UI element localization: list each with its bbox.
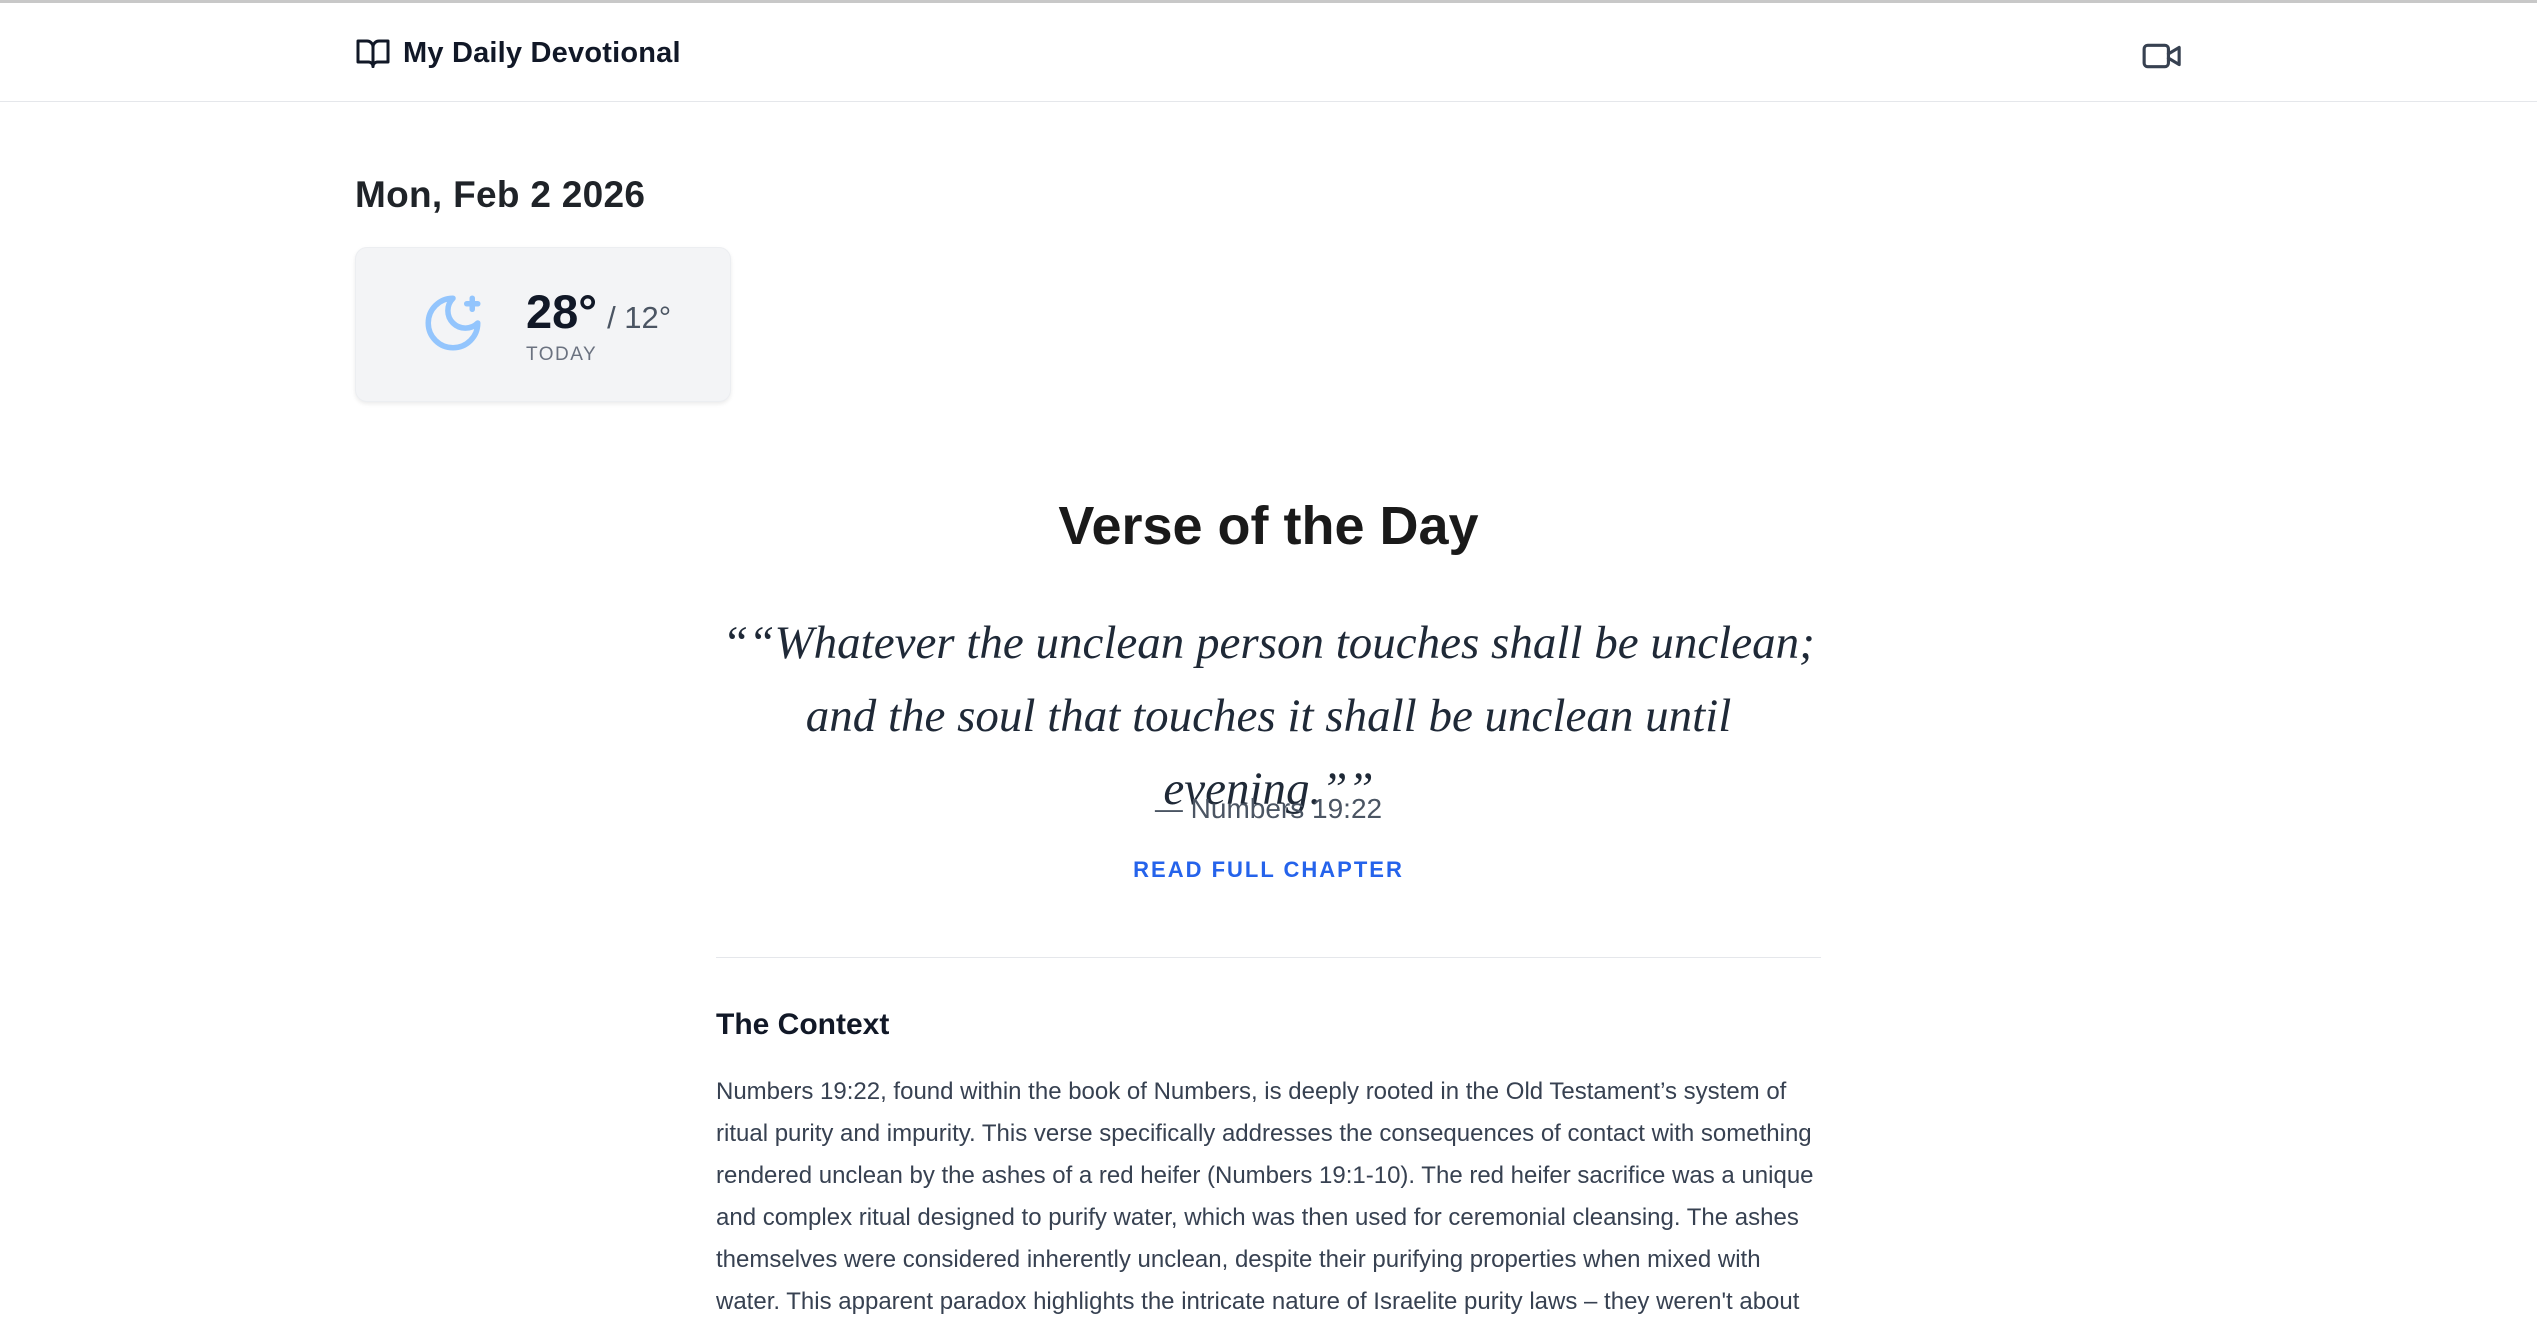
weather-card: 28° / 12° TODAY [355, 247, 731, 402]
moon-star-icon [420, 290, 486, 356]
read-full-chapter-link[interactable]: READ FULL CHAPTER [0, 857, 2537, 883]
verse-reference: — Numbers 19:22 [1154, 793, 1383, 824]
top-navbar: My Daily Devotional [0, 3, 2537, 102]
verse-line: ““Whatever the unclean person touches sh… [722, 617, 1815, 669]
context-heading: The Context [716, 1008, 890, 1041]
video-camera-icon [2142, 41, 2182, 71]
section-divider [716, 957, 1821, 958]
temperature-high: 28° [526, 285, 598, 338]
context-line: Numbers 19:22, found within the book of … [716, 1078, 1787, 1105]
video-button[interactable] [2140, 36, 2184, 76]
temperature-row: 28° / 12° [526, 284, 671, 339]
book-open-icon [355, 35, 391, 71]
context-paragraph: Numbers 19:22, found within the book of … [716, 1071, 1821, 1323]
context-line: and complex ritual designed to purify wa… [716, 1204, 1799, 1231]
temperature-low: / 12° [607, 300, 672, 335]
verse-heading: Verse of the Day [1058, 496, 1479, 556]
context-line: themselves were considered inherently un… [716, 1246, 1761, 1273]
current-date: Mon, Feb 2 2026 [355, 174, 646, 215]
context-line: ritual purity and impurity. This verse s… [716, 1120, 1812, 1147]
brand-link[interactable]: My Daily Devotional [355, 33, 681, 73]
weather-day-label: TODAY [526, 344, 598, 365]
context-line: water. This apparent paradox highlights … [716, 1288, 1800, 1315]
app-title: My Daily Devotional [403, 36, 681, 69]
context-line: rendered unclean by the ashes of a red h… [716, 1162, 1814, 1189]
